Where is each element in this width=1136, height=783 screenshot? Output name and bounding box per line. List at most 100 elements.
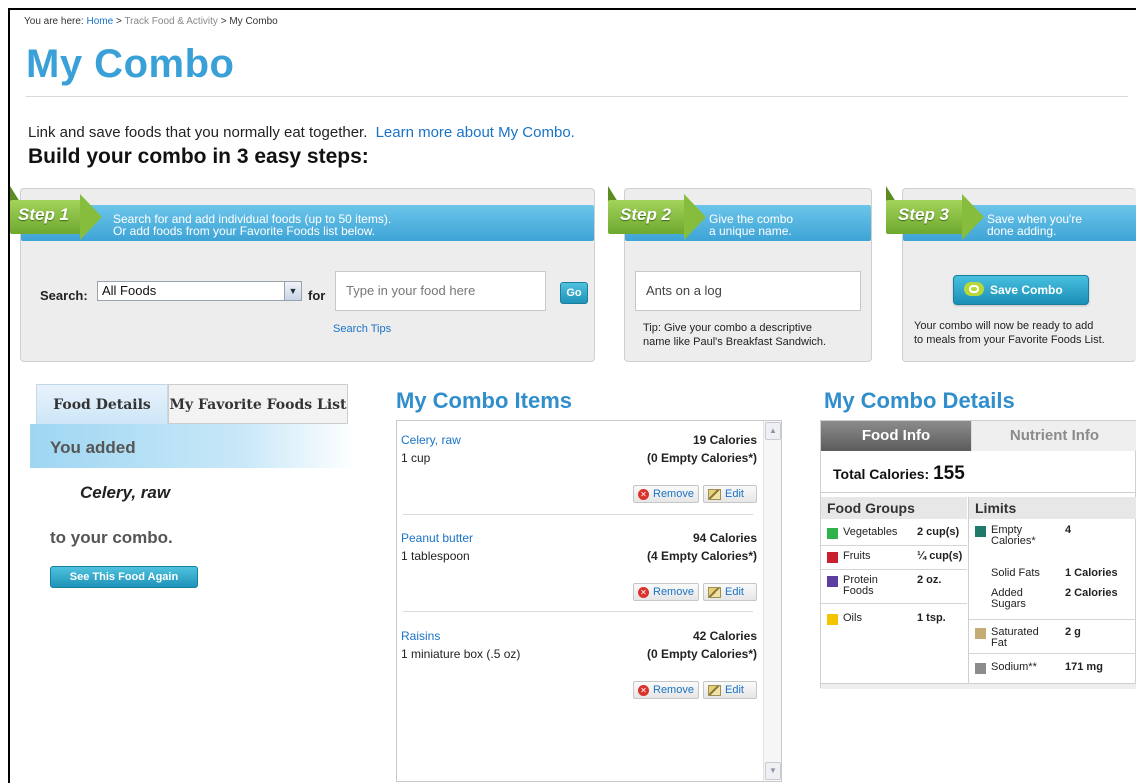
save-combo-button[interactable]: Save Combo bbox=[953, 275, 1089, 305]
search-label: Search: bbox=[40, 288, 88, 303]
breadcrumb-track-link[interactable]: Track Food & Activity bbox=[124, 16, 218, 27]
edit-icon bbox=[708, 685, 721, 696]
breadcrumb-home-link[interactable]: Home bbox=[86, 16, 113, 27]
edit-label: Edit bbox=[725, 586, 744, 598]
learn-more-link[interactable]: Learn more about My Combo. bbox=[376, 124, 575, 141]
details-footer-bar bbox=[821, 683, 1136, 689]
save-icon bbox=[964, 282, 984, 296]
combo-items-list: Celery, raw 1 cup 19 Calories (0 Empty C… bbox=[396, 420, 782, 782]
item-calories: 42 Calories bbox=[692, 629, 757, 643]
go-button[interactable]: Go bbox=[560, 282, 588, 304]
edit-label: Edit bbox=[725, 488, 744, 500]
food-category-select[interactable]: All Foods ▼ bbox=[97, 281, 302, 301]
item-portion: 1 tablespoon bbox=[401, 549, 470, 563]
food-groups-heading: Food Groups bbox=[821, 497, 967, 519]
remove-button[interactable]: ✕ Remove bbox=[633, 583, 699, 601]
vegetables-swatch bbox=[827, 528, 838, 539]
item-name-link[interactable]: Peanut butter bbox=[401, 531, 473, 545]
remove-button[interactable]: ✕ Remove bbox=[633, 681, 699, 699]
item-name-link[interactable]: Celery, raw bbox=[401, 433, 461, 447]
breadcrumb-prefix: You are here: bbox=[24, 16, 84, 27]
save-combo-label: Save Combo bbox=[990, 283, 1063, 297]
food-group-label: Vegetables bbox=[843, 526, 898, 538]
limit-value: 1 Calories bbox=[1065, 567, 1118, 579]
fruits-swatch bbox=[827, 552, 838, 563]
food-group-value: 2 oz. bbox=[917, 574, 942, 586]
saturated-fat-swatch bbox=[975, 628, 986, 639]
limit-label: Empty Calories* bbox=[991, 524, 1036, 547]
item-calories: 94 Calories bbox=[692, 531, 757, 545]
intro-description: Link and save foods that you normally ea… bbox=[28, 124, 368, 141]
save-note: Your combo will now be ready to add to m… bbox=[914, 319, 1105, 347]
see-this-food-again-button[interactable]: See This Food Again bbox=[50, 566, 198, 588]
column-divider bbox=[968, 497, 969, 683]
food-group-value: ¼ cup(s) bbox=[917, 550, 963, 562]
total-calories-value: 155 bbox=[933, 463, 965, 484]
item-empty-calories: (4 Empty Calories*) bbox=[646, 549, 757, 563]
item-empty-calories: (0 Empty Calories*) bbox=[646, 647, 757, 661]
food-group-label: Fruits bbox=[843, 550, 871, 562]
row-divider bbox=[821, 603, 967, 604]
items-scrollbar[interactable]: ▲ ▼ bbox=[763, 421, 781, 781]
item-empty-calories: (0 Empty Calories*) bbox=[646, 451, 757, 465]
added-food-name: Celery, raw bbox=[80, 483, 171, 502]
food-search-input[interactable]: Type in your food here bbox=[335, 271, 546, 311]
chevron-down-icon[interactable]: ▼ bbox=[284, 282, 301, 300]
edit-button[interactable]: Edit bbox=[703, 485, 757, 503]
row-divider bbox=[969, 619, 1136, 620]
remove-button[interactable]: ✕ Remove bbox=[633, 485, 699, 503]
combo-name-tip-line1: Tip: Give your combo a descriptive bbox=[643, 322, 812, 334]
item-name-link[interactable]: Raisins bbox=[401, 629, 440, 643]
step2-instructions: Give the combo a unique name. bbox=[709, 213, 793, 237]
for-label: for bbox=[308, 288, 326, 303]
scroll-up-icon[interactable]: ▲ bbox=[765, 422, 781, 440]
search-tips-link[interactable]: Search Tips bbox=[333, 323, 391, 335]
combo-name-input[interactable]: Ants on a log bbox=[635, 271, 861, 311]
item-calories: 19 Calories bbox=[692, 433, 757, 447]
limit-label: Added Sugars bbox=[991, 587, 1026, 610]
intro-text: Link and save foods that you normally ea… bbox=[28, 124, 575, 141]
scroll-down-icon[interactable]: ▼ bbox=[765, 762, 781, 780]
tab-food-info[interactable]: Food Info bbox=[821, 421, 971, 451]
step3-badge: Step 3 bbox=[886, 186, 986, 248]
food-group-value: 2 cup(s) bbox=[917, 526, 960, 538]
empty-calories-swatch bbox=[975, 526, 986, 537]
step1-badge: Step 1 bbox=[10, 186, 110, 248]
limit-value: 2 g bbox=[1065, 626, 1081, 638]
you-added-label: You added bbox=[50, 438, 136, 457]
item-portion: 1 miniature box (.5 oz) bbox=[401, 647, 521, 661]
total-calories: Total Calories: 155 bbox=[833, 463, 965, 485]
breadcrumb-separator: > bbox=[220, 16, 227, 27]
combo-items-title: My Combo Items bbox=[396, 388, 573, 413]
oils-swatch bbox=[827, 614, 838, 625]
protein-foods-swatch bbox=[827, 576, 838, 587]
edit-button[interactable]: Edit bbox=[703, 583, 757, 601]
limit-value: 171 mg bbox=[1065, 661, 1103, 673]
edit-label: Edit bbox=[725, 684, 744, 696]
step3-badge-tip bbox=[962, 194, 984, 240]
breadcrumb-separator: > bbox=[115, 16, 122, 27]
tab-favorite-foods[interactable]: My Favorite Foods List bbox=[168, 384, 348, 424]
save-note-line1: Your combo will now be ready to add bbox=[914, 320, 1094, 332]
remove-label: Remove bbox=[653, 488, 694, 500]
edit-button[interactable]: Edit bbox=[703, 681, 757, 699]
limit-value: 2 Calories bbox=[1065, 587, 1118, 599]
tab-food-details[interactable]: Food Details bbox=[36, 384, 168, 424]
row-divider bbox=[821, 545, 967, 546]
item-portion: 1 cup bbox=[401, 451, 431, 465]
page-content: You are here: Home > Track Food & Activi… bbox=[0, 0, 1136, 782]
limit-label: Solid Fats bbox=[991, 567, 1040, 579]
step1-line2: Or add foods from your Favorite Foods li… bbox=[113, 224, 376, 238]
item-divider bbox=[403, 514, 753, 515]
food-group-label: Protein Foods bbox=[843, 574, 878, 597]
step3-line2: done adding. bbox=[987, 224, 1057, 238]
page-title: My Combo bbox=[26, 42, 235, 86]
step2-line2: a unique name. bbox=[709, 224, 792, 238]
remove-icon: ✕ bbox=[638, 685, 649, 696]
limits-heading: Limits bbox=[969, 497, 1136, 519]
tab-nutrient-info[interactable]: Nutrient Info bbox=[971, 421, 1136, 451]
row-divider bbox=[969, 653, 1136, 654]
sodium-swatch bbox=[975, 663, 986, 674]
step1-instructions: Search for and add individual foods (up … bbox=[113, 213, 391, 237]
step2-badge-label: Step 2 bbox=[620, 205, 672, 224]
